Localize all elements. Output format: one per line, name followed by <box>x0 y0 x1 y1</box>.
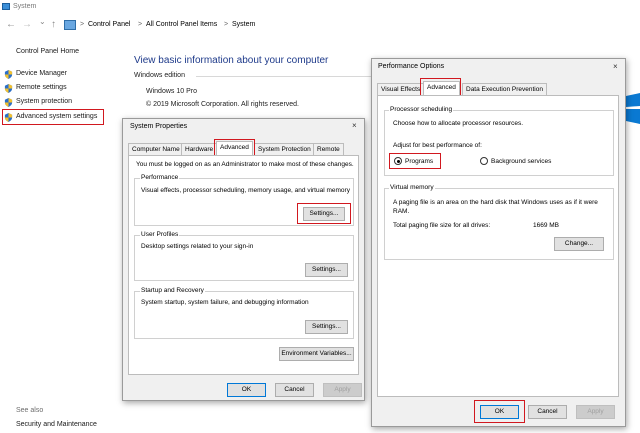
user-profiles-desc: Desktop settings related to your sign-in <box>141 243 254 250</box>
highlight-box <box>420 78 461 96</box>
shield-icon <box>4 70 13 79</box>
sidebar-item-remote-settings[interactable]: Remote settings <box>16 84 67 91</box>
forward-arrow-icon[interactable]: → <box>22 19 32 30</box>
recent-dropdown-icon[interactable]: ⌄ <box>39 17 46 26</box>
back-arrow-icon[interactable]: ← <box>6 19 16 30</box>
po-apply-button[interactable]: Apply <box>576 405 615 419</box>
copyright-text: © 2019 Microsoft Corporation. All rights… <box>146 101 300 108</box>
window-titlebar <box>0 0 640 15</box>
edition-value: Windows 10 Pro <box>146 88 197 95</box>
tab-system-protection[interactable]: System Protection <box>254 143 315 155</box>
breadcrumb-separator: > <box>80 21 85 28</box>
change-button[interactable]: Change... <box>554 237 604 251</box>
tab-computer-name[interactable]: Computer Name <box>128 143 184 155</box>
system-ok-button[interactable]: OK <box>227 383 266 397</box>
tab-visual-effects[interactable]: Visual Effects <box>377 83 425 95</box>
breadcrumb-system[interactable]: System <box>232 21 255 28</box>
system-window-icon <box>2 3 10 10</box>
see-also-heading: See also <box>16 407 44 414</box>
performance-options-title: Performance Options <box>378 63 445 70</box>
paging-total-label: Total paging file size for all drives: <box>393 222 491 229</box>
startup-settings-button[interactable]: Settings... <box>305 320 348 334</box>
breadcrumb-separator: > <box>224 21 229 28</box>
performance-title: Performance <box>140 174 180 181</box>
system-apply-button[interactable]: Apply <box>323 383 362 397</box>
control-panel-home-link[interactable]: Control Panel Home <box>16 48 79 55</box>
sidebar-item-device-manager[interactable]: Device Manager <box>16 70 67 77</box>
adjust-label: Adjust for best performance of: <box>393 142 482 149</box>
startup-recovery-desc: System startup, system failure, and debu… <box>141 299 309 306</box>
shield-icon <box>4 98 13 107</box>
security-maintenance-link[interactable]: Security and Maintenance <box>16 421 97 428</box>
control-panel-icon <box>64 20 76 30</box>
background-services-label[interactable]: Background services <box>491 158 551 165</box>
system-cancel-button[interactable]: Cancel <box>275 383 314 397</box>
virtual-memory-desc: A paging file is an area on the hard dis… <box>393 199 598 215</box>
highlight-box <box>297 203 351 224</box>
windows-edition-heading: Windows edition <box>134 72 185 79</box>
performance-options-tabs: Visual Effects Advanced Data Execution P… <box>377 81 617 95</box>
close-icon[interactable]: × <box>613 62 618 71</box>
tab-hardware[interactable]: Hardware <box>181 143 218 155</box>
paging-total-value: 1669 MB <box>533 222 560 229</box>
performance-desc: Visual effects, processor scheduling, me… <box>141 187 350 194</box>
processor-scheduling-title: Processor scheduling <box>389 106 454 113</box>
processor-desc: Choose how to allocate processor resourc… <box>393 120 524 127</box>
breadcrumb-all-items[interactable]: All Control Panel Items <box>146 21 217 28</box>
highlight-box <box>389 153 441 169</box>
section-divider <box>196 76 376 77</box>
user-profiles-settings-button[interactable]: Settings... <box>305 263 348 277</box>
breadcrumb-separator: > <box>138 21 143 28</box>
highlight-box <box>214 139 255 156</box>
system-properties-title: System Properties <box>130 123 188 130</box>
virtual-memory-title: Virtual memory <box>389 184 435 191</box>
breadcrumb-control-panel[interactable]: Control Panel <box>88 21 130 28</box>
sidebar-item-system-protection[interactable]: System protection <box>16 98 72 105</box>
background-services-radio[interactable] <box>480 157 488 165</box>
page-title: View basic information about your comput… <box>134 55 329 66</box>
user-profiles-title: User Profiles <box>140 231 180 238</box>
close-icon[interactable]: × <box>352 121 357 130</box>
tab-remote[interactable]: Remote <box>313 143 344 155</box>
startup-recovery-title: Startup and Recovery <box>140 287 205 294</box>
tab-data-execution-prevention[interactable]: Data Execution Prevention <box>462 83 547 95</box>
admin-note: You must be logged on as an Administrato… <box>136 161 354 168</box>
shield-icon <box>4 84 13 93</box>
up-arrow-icon[interactable]: ↑ <box>51 19 56 30</box>
window-title: System <box>13 3 37 10</box>
po-cancel-button[interactable]: Cancel <box>528 405 567 419</box>
highlight-box <box>2 109 104 125</box>
highlight-box <box>474 400 525 423</box>
environment-variables-button[interactable]: Environment Variables... <box>279 347 354 361</box>
